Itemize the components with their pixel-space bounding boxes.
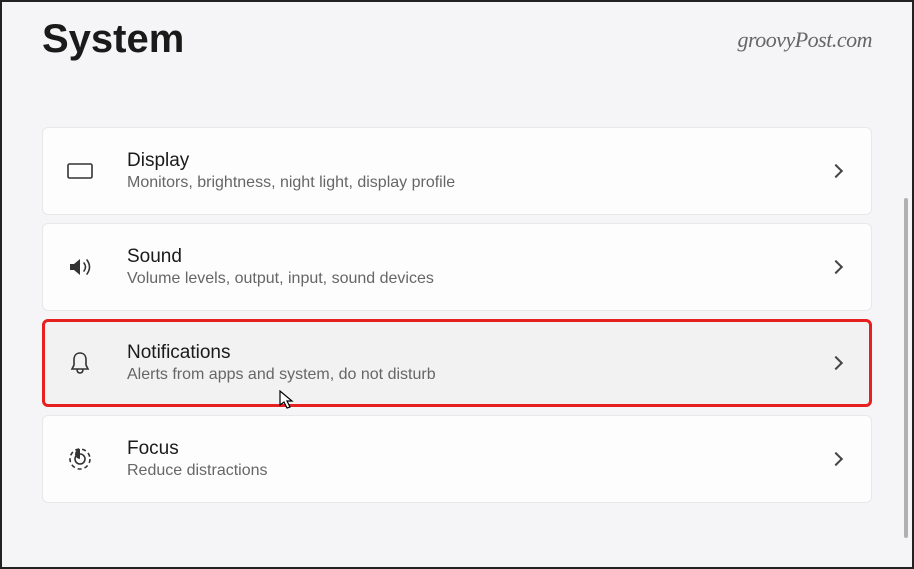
item-subtitle: Monitors, brightness, night light, displ… bbox=[127, 174, 831, 192]
settings-item-text: Focus Reduce distractions bbox=[93, 438, 831, 480]
item-title: Notifications bbox=[127, 342, 831, 364]
settings-item-notifications[interactable]: Notifications Alerts from apps and syste… bbox=[42, 319, 872, 407]
focus-icon bbox=[67, 446, 93, 472]
chevron-right-icon bbox=[829, 164, 843, 178]
settings-item-sound[interactable]: Sound Volume levels, output, input, soun… bbox=[42, 223, 872, 311]
scrollbar-vertical[interactable] bbox=[904, 198, 908, 538]
settings-item-text: Notifications Alerts from apps and syste… bbox=[93, 342, 831, 384]
settings-item-focus[interactable]: Focus Reduce distractions bbox=[42, 415, 872, 503]
settings-list: Display Monitors, brightness, night ligh… bbox=[42, 127, 872, 503]
page-title: System bbox=[42, 17, 184, 62]
sound-icon bbox=[67, 254, 93, 280]
watermark-text: groovyPost.com bbox=[737, 27, 872, 53]
item-subtitle: Alerts from apps and system, do not dist… bbox=[127, 366, 831, 384]
bell-icon bbox=[67, 350, 93, 376]
item-subtitle: Reduce distractions bbox=[127, 462, 831, 480]
chevron-right-icon bbox=[829, 452, 843, 466]
chevron-right-icon bbox=[829, 356, 843, 370]
settings-item-text: Display Monitors, brightness, night ligh… bbox=[93, 150, 831, 192]
settings-item-text: Sound Volume levels, output, input, soun… bbox=[93, 246, 831, 288]
settings-item-display[interactable]: Display Monitors, brightness, night ligh… bbox=[42, 127, 872, 215]
item-title: Display bbox=[127, 150, 831, 172]
chevron-right-icon bbox=[829, 260, 843, 274]
display-icon bbox=[67, 158, 93, 184]
item-subtitle: Volume levels, output, input, sound devi… bbox=[127, 270, 831, 288]
item-title: Sound bbox=[127, 246, 831, 268]
page-header: System groovyPost.com bbox=[42, 2, 872, 72]
item-title: Focus bbox=[127, 438, 831, 460]
